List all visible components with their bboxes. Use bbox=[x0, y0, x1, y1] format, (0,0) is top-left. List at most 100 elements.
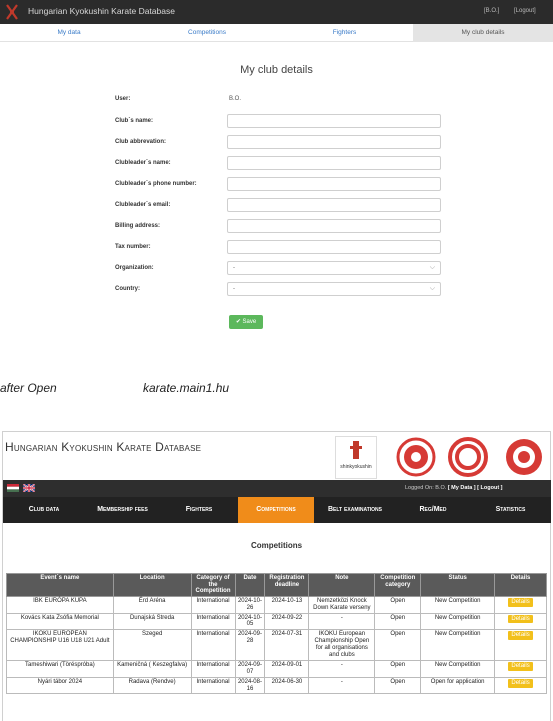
country-select[interactable]: - ⌵ bbox=[227, 282, 441, 296]
competition-category-cell: Open bbox=[374, 676, 422, 695]
details-button[interactable]: Details bbox=[508, 597, 533, 607]
table-row: Tameshiwari (Töréspróba) Kameničná ( Kes… bbox=[6, 659, 547, 678]
table-header-row: Event´s name Location Category of the Co… bbox=[6, 573, 547, 597]
club-abbreviation-input[interactable] bbox=[227, 135, 441, 149]
competition-category-cell: Open bbox=[374, 595, 422, 614]
note-cell: - bbox=[308, 676, 376, 695]
country-label: Country: bbox=[115, 286, 140, 292]
logout-link[interactable]: [Logout] bbox=[514, 8, 536, 14]
user-label: User: bbox=[115, 96, 131, 102]
uk-flag-icon[interactable] bbox=[23, 484, 35, 492]
date-cell: 2024-10-26 bbox=[234, 595, 266, 614]
header-registration-deadline[interactable]: Registration deadline bbox=[264, 573, 310, 597]
table-row: Kovács Kata Zsófia Memorial Dunajská Str… bbox=[6, 612, 547, 631]
details-button[interactable]: Details bbox=[508, 661, 533, 671]
my-data-link[interactable]: [ My Data ] bbox=[448, 485, 476, 491]
details-cell: Details bbox=[494, 612, 547, 631]
details-cell: Details bbox=[494, 629, 547, 661]
note-cell: - bbox=[308, 612, 376, 631]
category-cell: International bbox=[190, 629, 236, 661]
location-cell: Érd Aréna bbox=[112, 595, 192, 614]
logged-on-info: Logged On: B.O. [ My Data ] [ Logout ] bbox=[405, 485, 503, 491]
competition-category-cell: Open bbox=[374, 629, 422, 661]
shinkyokushin-emblem-icon: shinkyokushin bbox=[340, 441, 372, 470]
details-cell: Details bbox=[494, 595, 547, 614]
event-name-cell: Tameshiwari (Töréspróba) bbox=[6, 659, 114, 678]
organization-label: Organization: bbox=[115, 265, 154, 271]
nav-belt-examinations[interactable]: Belt examinations bbox=[314, 497, 396, 523]
deadline-cell: 2024-10-13 bbox=[264, 595, 310, 614]
clubleader-name-label: Clubleader´s name: bbox=[115, 160, 171, 166]
clubleader-phone-input[interactable] bbox=[227, 177, 441, 191]
competitions-table: Event´s name Location Category of the Co… bbox=[6, 573, 547, 695]
nav-reg-med[interactable]: Reg/Med bbox=[396, 497, 470, 523]
details-button[interactable]: Details bbox=[508, 678, 533, 688]
save-button[interactable]: ✔ Save bbox=[229, 315, 263, 329]
clubleader-email-input[interactable] bbox=[227, 198, 441, 212]
billing-address-label: Billing address: bbox=[115, 223, 161, 229]
header-competition-category[interactable]: Competition category bbox=[374, 573, 422, 597]
nav-competitions[interactable]: Competitions bbox=[238, 497, 314, 523]
logged-on-text: Logged On: B.O. bbox=[405, 485, 447, 491]
organization-select-value: - bbox=[233, 265, 235, 271]
kanku-logo-icon bbox=[448, 437, 488, 477]
nav-fighters[interactable]: Fighters bbox=[160, 497, 238, 523]
country-select-value: - bbox=[233, 286, 235, 292]
logout-link[interactable]: [ Logout ] bbox=[477, 485, 502, 491]
page-title: My club details bbox=[240, 64, 313, 76]
location-cell: Szeged bbox=[112, 629, 192, 661]
date-cell: 2024-09-28 bbox=[234, 629, 266, 661]
deadline-cell: 2024-06-30 bbox=[264, 676, 310, 695]
clubleader-name-input[interactable] bbox=[227, 156, 441, 170]
event-name-cell: Kovács Kata Zsófia Memorial bbox=[6, 612, 114, 631]
location-cell: Kameničná ( Keszegfalva) bbox=[112, 659, 192, 678]
date-cell: 2024-10-05 bbox=[234, 612, 266, 631]
database-title: Hungarian Kyokushin Karate Database bbox=[5, 440, 202, 454]
tax-number-label: Tax number: bbox=[115, 244, 151, 250]
nav-membership-fees[interactable]: Membership fees bbox=[85, 497, 160, 523]
header-location[interactable]: Location bbox=[112, 573, 192, 597]
category-cell: International bbox=[190, 612, 236, 631]
tab-my-club-details[interactable]: My club details bbox=[413, 24, 553, 42]
header-note[interactable]: Note bbox=[308, 573, 376, 597]
user-value: B.O. bbox=[229, 96, 242, 102]
details-button[interactable]: Details bbox=[508, 614, 533, 624]
header-date[interactable]: Date bbox=[234, 573, 266, 597]
header-status[interactable]: Status bbox=[420, 573, 496, 597]
club-name-input[interactable] bbox=[227, 114, 441, 128]
tab-my-data[interactable]: My data bbox=[0, 24, 138, 42]
details-button[interactable]: Details bbox=[508, 631, 533, 641]
tax-number-input[interactable] bbox=[227, 240, 441, 254]
table-row: IBK EURÓPA KUPA Érd Aréna International … bbox=[6, 595, 547, 614]
billing-address-input[interactable] bbox=[227, 219, 441, 233]
main-tabs: My data Competitions Fighters My club de… bbox=[0, 24, 553, 42]
table-row: IKOKU EUROPEAN CHAMPIONSHIP U16 U18 U21 … bbox=[6, 629, 547, 661]
nav-club-data[interactable]: Club data bbox=[3, 497, 85, 523]
organization-select[interactable]: - ⌵ bbox=[227, 261, 441, 275]
nav-statistics[interactable]: Statistics bbox=[470, 497, 551, 523]
tab-fighters[interactable]: Fighters bbox=[276, 24, 413, 42]
location-cell: Dunajská Streda bbox=[112, 612, 192, 631]
category-cell: International bbox=[190, 659, 236, 678]
main-navigation: Club data Membership fees Fighters Compe… bbox=[3, 497, 551, 523]
caption-url: karate.main1.hu bbox=[143, 381, 230, 395]
club-abbreviation-label: Club abbrevation: bbox=[115, 139, 167, 145]
header-category[interactable]: Category of the Competition bbox=[190, 573, 236, 597]
kanku-logo-icon bbox=[396, 437, 436, 477]
club-name-label: Club´s name: bbox=[115, 118, 154, 124]
event-name-cell: IKOKU EUROPEAN CHAMPIONSHIP U16 U18 U21 … bbox=[6, 629, 114, 661]
date-cell: 2024-08-16 bbox=[234, 676, 266, 695]
header-details[interactable]: Details bbox=[494, 573, 547, 597]
app-header: Hungarian Kyokushin Karate Database [B.O… bbox=[0, 0, 553, 24]
tab-competitions[interactable]: Competitions bbox=[138, 24, 276, 42]
chevron-down-icon: ⌵ bbox=[429, 264, 435, 271]
user-tag[interactable]: [B.O.] bbox=[484, 8, 499, 14]
note-cell: Nemzetközi Knock Down Karate verseny bbox=[308, 595, 376, 614]
category-cell: International bbox=[190, 595, 236, 614]
chevron-down-icon: ⌵ bbox=[429, 285, 435, 292]
event-name-cell: IBK EURÓPA KUPA bbox=[6, 595, 114, 614]
hungarian-flag-icon[interactable] bbox=[7, 484, 19, 492]
header-event-name[interactable]: Event´s name bbox=[6, 573, 114, 597]
note-cell: IKOKU European Championship Open for all… bbox=[308, 629, 376, 661]
deadline-cell: 2024-09-22 bbox=[264, 612, 310, 631]
